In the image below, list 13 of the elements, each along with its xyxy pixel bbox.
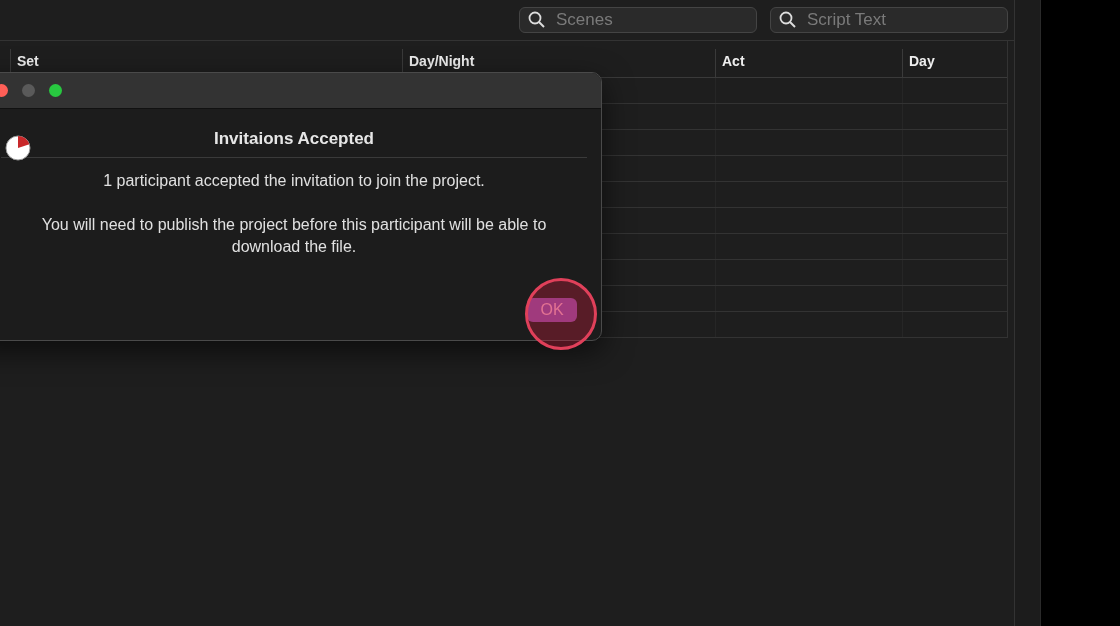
search-field[interactable]: Script Text bbox=[805, 9, 999, 31]
dialog-message: 1 participant accepted the invitation to join the project. bbox=[103, 171, 485, 191]
dialog-message: You will need to publish the project before this participant will be able to download the file. bbox=[40, 215, 548, 257]
search-bar[interactable]: Scenes bbox=[519, 7, 757, 33]
column-header[interactable]: Day bbox=[902, 49, 1007, 77]
pie-chart-icon bbox=[5, 135, 31, 161]
dialog-title: Invitaions Accepted bbox=[1, 125, 587, 158]
search-icon bbox=[528, 11, 546, 29]
column-header[interactable]: Act bbox=[715, 49, 902, 77]
search-icon bbox=[779, 11, 797, 29]
search-field[interactable]: Scenes bbox=[554, 9, 748, 31]
search-bar[interactable]: Script Text bbox=[770, 7, 1008, 33]
zoom-button[interactable] bbox=[49, 84, 62, 97]
